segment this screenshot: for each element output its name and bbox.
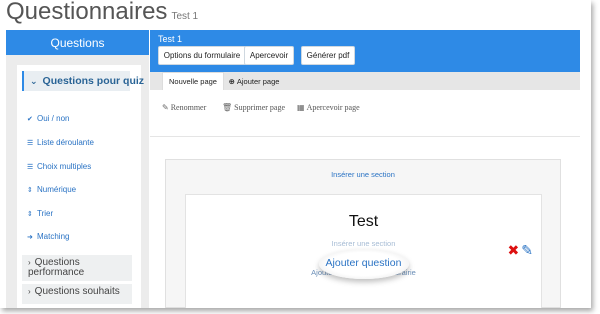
tab-label: Nouvelle page (169, 77, 217, 86)
group-questions-performance[interactable]: › Questions performance (22, 255, 132, 281)
divider (150, 136, 580, 137)
insert-section-option[interactable]: Insérer une section (186, 239, 541, 248)
option-label: Insérer une section (331, 239, 396, 248)
add-question-link[interactable]: Ajouter question (186, 257, 541, 269)
delete-page-button[interactable]: 🗑 Supprimer page (222, 103, 285, 112)
tool-label: Supprimer page (234, 103, 286, 112)
list-icon: ☰ (27, 139, 34, 147)
chevron-down-icon: ⌄ (30, 75, 38, 86)
question-type-label: Trier (37, 209, 54, 218)
edit-icon: ✎ (162, 103, 169, 112)
question-type-matching[interactable]: ➜ Matching (27, 232, 69, 241)
link-label: Ajouter question (325, 257, 402, 269)
question-type-label: Liste déroulante (37, 138, 94, 147)
question-type-label: Numérique (37, 185, 77, 194)
question-type-yes-no[interactable]: ✔ Oui / non (27, 114, 69, 123)
question-type-multiple-choice[interactable]: ☰ Choix multiples (27, 162, 91, 171)
list-icon: ☰ (27, 163, 34, 171)
page-subtitle: Test 1 (171, 11, 199, 22)
tool-label: Apercevoir page (306, 103, 360, 112)
button-label: Options du formulaire (163, 51, 241, 60)
group-questions-wishes[interactable]: › Questions souhaits (22, 284, 132, 304)
group-questions-quiz[interactable]: ⌄ Questions pour quiz (22, 71, 144, 91)
tab-add-page[interactable]: ⊕ Ajouter page (224, 72, 284, 90)
generate-pdf-button[interactable]: Générer pdf (301, 46, 355, 65)
section-title: Test (348, 213, 379, 230)
question-type-dropdown[interactable]: ☰ Liste déroulante (27, 138, 94, 147)
sidebar: ⌄ Questions pour quiz ✔ Oui / non ☰ List… (6, 55, 149, 308)
question-type-label: Choix multiples (37, 162, 92, 171)
check-icon: ✔ (27, 115, 33, 123)
question-type-numeric[interactable]: ⇕ Numérique (27, 185, 76, 194)
sidebar-header-label: Questions (50, 35, 105, 50)
tool-label: Renommer (170, 103, 207, 112)
button-label: Générer pdf (306, 51, 350, 60)
plus-circle-icon: ⊕ (228, 76, 235, 86)
app-window: Questionnaires Test 1 Questions ⌄ Questio… (0, 0, 591, 308)
group-label: Questions pour quiz (42, 75, 145, 87)
chevron-right-icon: › (28, 258, 31, 267)
preview-icon: ▦ (297, 103, 305, 112)
sort-icon: ⇕ (27, 210, 33, 218)
chevron-right-icon: › (28, 287, 31, 296)
form-header: Test 1 Options du formulaire Apercevoir … (150, 30, 580, 72)
group-label: Questions performance (28, 257, 85, 278)
question-type-label: Matching (37, 232, 70, 241)
page-tabs: Nouvelle page ⊕ Ajouter page (150, 72, 580, 90)
page-title-text: Questionnaires (6, 0, 168, 25)
section-card: Test ✖ ✎ Insérer une section Ajouter que… (185, 194, 542, 308)
tab-label: Ajouter page (236, 76, 280, 86)
form-options-button[interactable]: Options du formulaire (158, 46, 246, 65)
question-type-label: Oui / non (37, 114, 70, 123)
arrow-right-icon: ➜ (27, 233, 33, 241)
sort-icon: ⇕ (27, 186, 33, 194)
insert-section-link[interactable]: Insérer une section (166, 170, 560, 179)
form-name: Test 1 (158, 34, 183, 44)
link-label: Insérer une section (331, 170, 395, 179)
question-type-sort[interactable]: ⇕ Trier (27, 209, 53, 218)
page-content-area: Insérer une section Test ✖ ✎ Insérer une… (165, 159, 561, 308)
sidebar-header: Questions (6, 30, 149, 55)
group-label: Questions souhaits (34, 286, 120, 297)
button-label: Apercevoir (249, 51, 289, 60)
tab-new-page[interactable]: Nouvelle page (162, 72, 224, 90)
preview-page-button[interactable]: ▦ Apercevoir page (297, 103, 360, 112)
page-title: Questionnaires Test 1 (6, 0, 198, 26)
rename-button[interactable]: ✎ Renommer (162, 103, 206, 112)
preview-button[interactable]: Apercevoir (244, 46, 294, 65)
trash-icon: 🗑 (222, 103, 233, 112)
